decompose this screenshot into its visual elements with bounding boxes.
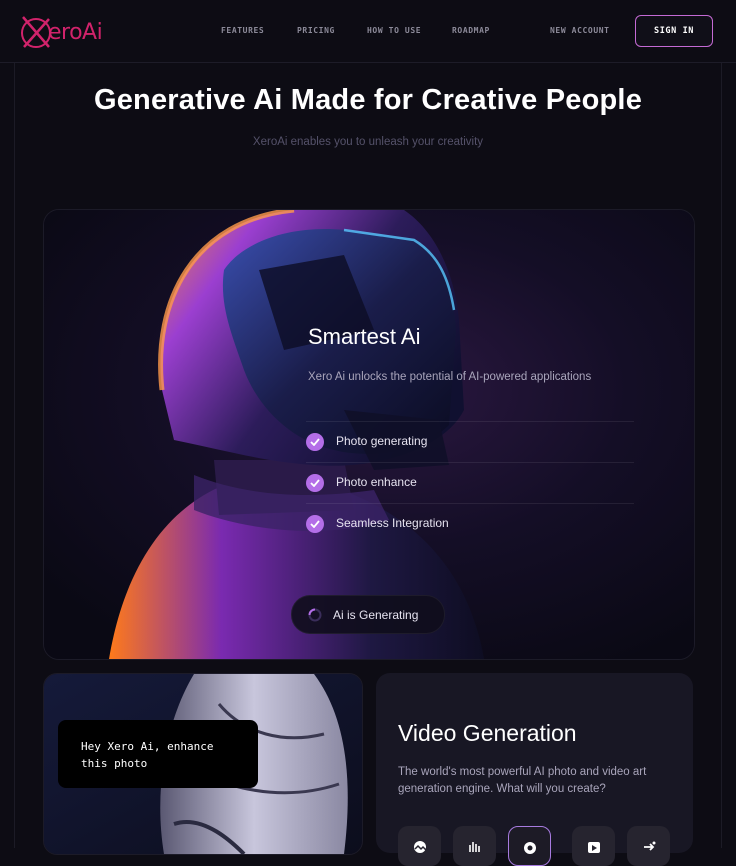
- smartest-ai-description: Xero Ai unlocks the potential of AI-powe…: [308, 371, 592, 383]
- nav-new-account[interactable]: NEW ACCOUNT: [550, 26, 610, 35]
- brand-logo[interactable]: eroAi: [20, 12, 103, 52]
- chat-tool-button[interactable]: [508, 826, 551, 866]
- audio-tool-button[interactable]: [453, 826, 496, 866]
- loading-spinner-icon: [308, 608, 322, 621]
- nav-roadmap[interactable]: ROADMAP: [452, 26, 490, 35]
- share-icon: [643, 841, 655, 851]
- nav-features[interactable]: FEATURES: [221, 26, 264, 35]
- video-generation-description: The world's most powerful AI photo and v…: [398, 766, 647, 795]
- audio-wave-icon: [468, 842, 480, 852]
- sign-in-label: SIGN IN: [653, 26, 695, 36]
- hero-title: Generative Ai Made for Creative People: [93, 84, 643, 116]
- video-generation-title: Video Generation: [398, 720, 577, 746]
- feature-item: Photo generating: [306, 421, 634, 462]
- check-circle-icon: [306, 474, 324, 492]
- ai-generating-status: Ai is Generating: [291, 595, 445, 634]
- hero-subtitle: XeroAi enables you to unleash your creat…: [252, 136, 484, 148]
- ai-generating-label: Ai is Generating: [333, 607, 419, 622]
- feature-item: Photo enhance: [306, 462, 634, 503]
- share-tool-button[interactable]: [627, 826, 670, 866]
- check-circle-icon: [306, 433, 324, 451]
- nav-pricing[interactable]: PRICING: [297, 26, 335, 35]
- brand-name: eroAi: [48, 19, 103, 45]
- play-icon: [587, 842, 600, 853]
- site-header: eroAi FEATURES PRICING HOW TO USE ROADMA…: [0, 0, 736, 63]
- chat-bubble: Hey Xero Ai, enhance this photo: [58, 720, 258, 788]
- sign-in-button[interactable]: SIGN IN: [635, 15, 713, 47]
- feature-label: Seamless Integration: [336, 516, 449, 530]
- image-tool-button[interactable]: [398, 826, 441, 866]
- nav-how-to-use[interactable]: HOW TO USE: [367, 26, 421, 35]
- feature-label: Photo generating: [336, 434, 428, 448]
- feature-item: Seamless Integration: [306, 503, 634, 544]
- check-circle-icon: [306, 515, 324, 533]
- feature-label: Photo enhance: [336, 475, 417, 489]
- image-icon: [413, 841, 427, 853]
- smartest-ai-title: Smartest Ai: [308, 324, 421, 349]
- play-tool-button[interactable]: [572, 826, 615, 866]
- chat-icon: [523, 842, 536, 854]
- chat-message: Hey Xero Ai, enhance this photo: [81, 740, 214, 770]
